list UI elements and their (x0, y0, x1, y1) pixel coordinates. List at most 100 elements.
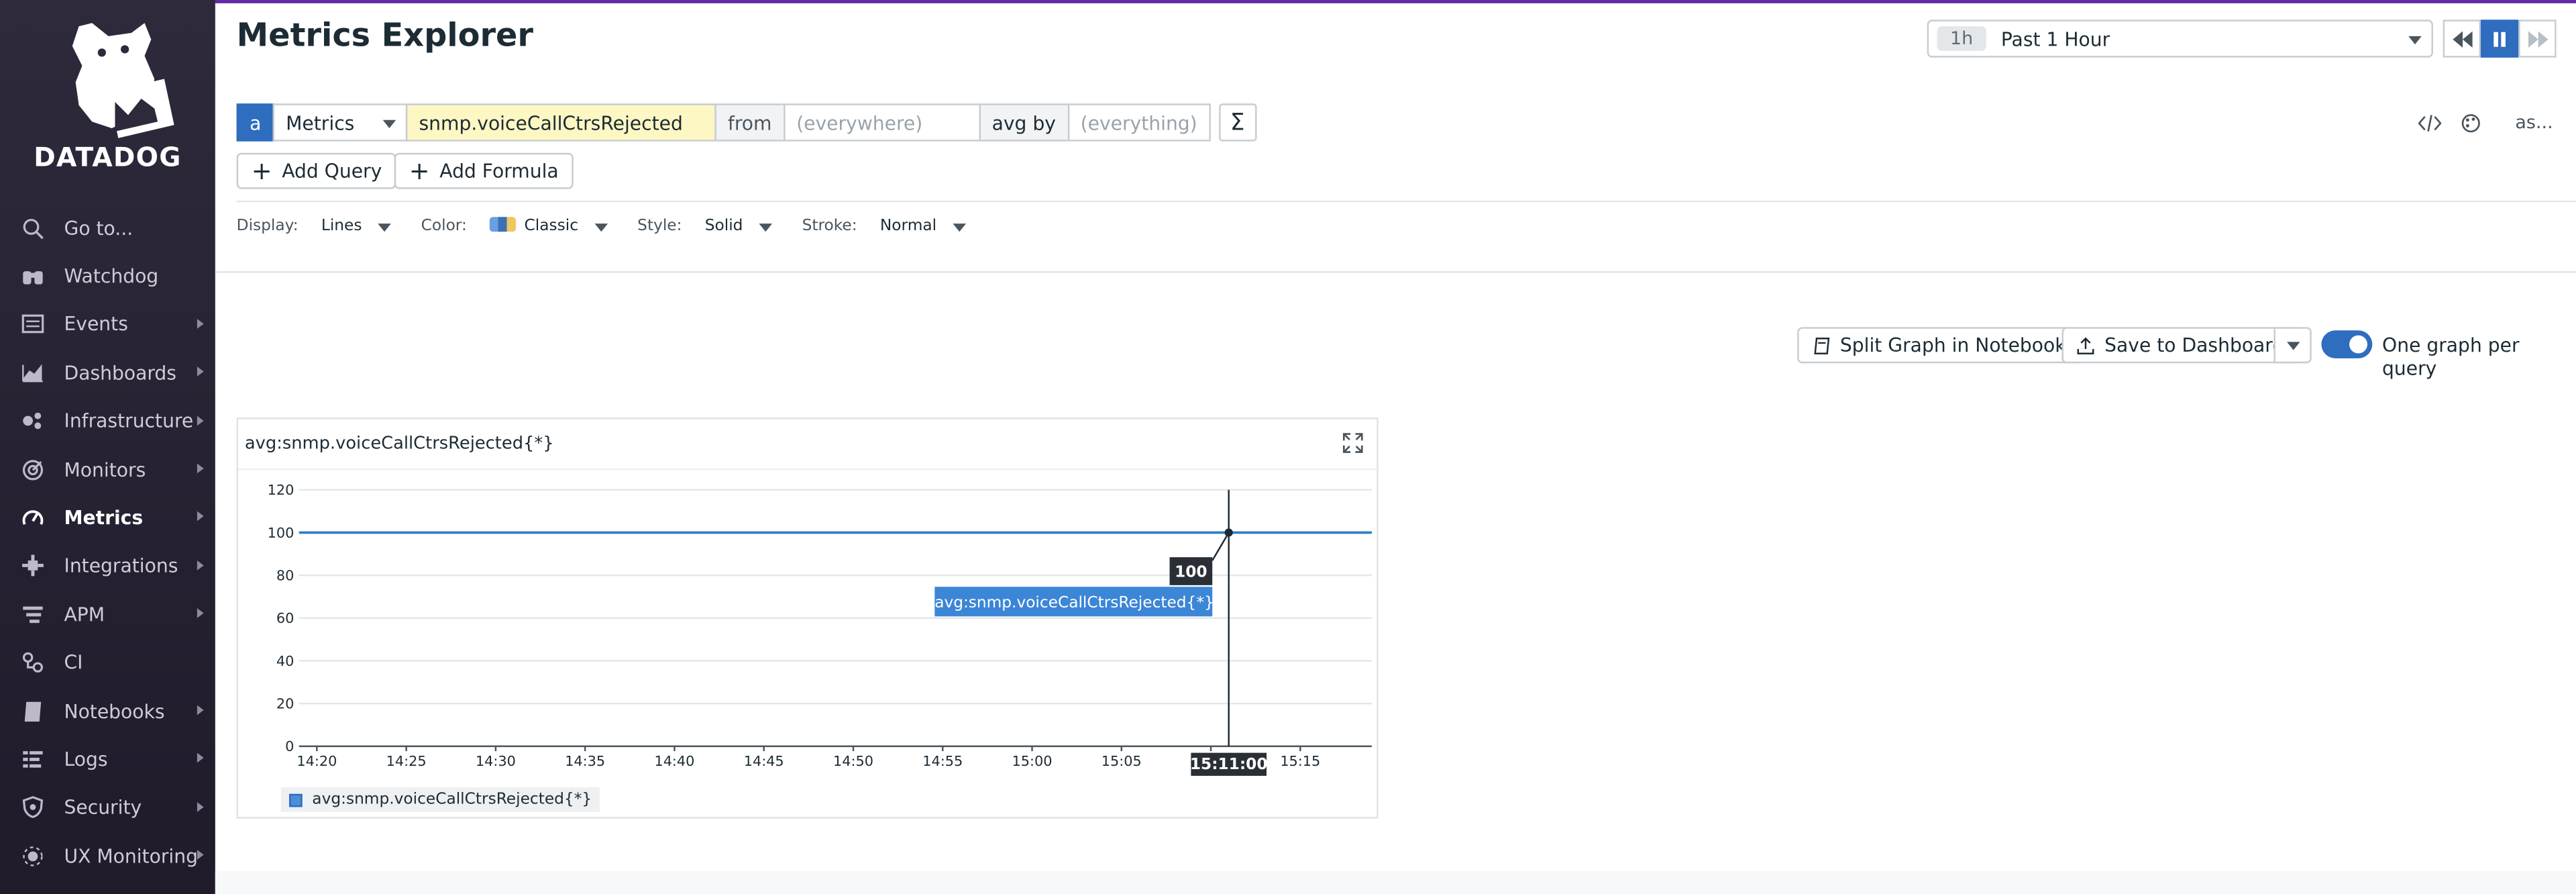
query-letter[interactable]: a (236, 103, 274, 142)
y-tick-label: 100 (268, 525, 294, 541)
legend-item[interactable]: avg:snmp.voiceCallCtrsRejected{*} (280, 787, 600, 812)
pause-button[interactable] (2480, 19, 2519, 58)
chevron-right-icon (197, 753, 204, 764)
color-label: Color: (421, 217, 467, 236)
chevron-down-icon (378, 224, 392, 232)
sidebar-item-security[interactable]: Security (0, 783, 215, 832)
split-graph-button[interactable]: Split Graph in Notebook (1797, 327, 2081, 364)
chevron-right-icon (197, 415, 204, 426)
sidebar: DATADOG Go to... Watchdog Events Dashboa… (0, 0, 215, 894)
sidebar-item-integrations[interactable]: Integrations (0, 542, 215, 591)
time-range-selector[interactable]: 1h Past 1 Hour (1927, 19, 2433, 58)
metrics-icon (19, 505, 44, 530)
fast-forward-button[interactable] (2518, 19, 2557, 58)
chevron-down-icon (382, 119, 396, 129)
code-icon[interactable] (2418, 114, 2442, 131)
sidebar-item-logs[interactable]: Logs (0, 735, 215, 783)
sidebar-item-metrics[interactable]: Metrics (0, 494, 215, 542)
chevron-right-icon (197, 608, 204, 619)
x-tick-label: 15:05 (1102, 753, 1142, 769)
one-graph-label: One graph per query (2382, 334, 2520, 380)
sidebar-item-apm[interactable]: APM (0, 590, 215, 638)
logs-icon (19, 747, 44, 772)
sidebar-item-goto[interactable]: Go to... (0, 204, 215, 252)
y-tick-label: 40 (276, 653, 294, 669)
sidebar-item-ux-monitoring[interactable]: UX Monitoring (0, 832, 215, 880)
palette-icon[interactable] (2461, 113, 2481, 132)
notebook-icon (19, 699, 44, 724)
rewind-button[interactable] (2443, 19, 2481, 58)
search-icon (19, 215, 44, 240)
sidebar-item-label: Security (64, 796, 142, 820)
legend-label: avg:snmp.voiceCallCtrsRejected{*} (312, 790, 592, 809)
add-query-button[interactable]: + Add Query (236, 152, 397, 189)
sidebar-item-monitors[interactable]: Monitors (0, 446, 215, 494)
ci-icon (19, 650, 44, 675)
apm-icon (19, 602, 44, 627)
chevron-right-icon (197, 850, 204, 860)
plus-icon: + (409, 155, 430, 185)
x-tick-label: 14:20 (297, 753, 337, 769)
plus-icon: + (251, 155, 272, 185)
x-tick-label: 14:50 (833, 753, 873, 769)
brand-name: DATADOG (34, 141, 182, 173)
function-button[interactable]: Σ (1218, 103, 1256, 142)
fast-forward-icon (2527, 30, 2548, 47)
upload-icon (2077, 336, 2094, 354)
metric-input[interactable]: snmp.voiceCallCtrsRejected (405, 103, 716, 142)
query-tools: as... (2418, 112, 2553, 134)
y-tick-label: 0 (285, 738, 294, 754)
infrastructure-icon (19, 409, 44, 434)
palette-swatch-icon (490, 217, 517, 232)
save-options-dropdown[interactable] (2273, 327, 2312, 364)
style-select[interactable]: Solid (705, 217, 773, 235)
display-select[interactable]: Lines (321, 217, 392, 235)
chevron-right-icon (197, 318, 204, 329)
aggregation-select[interactable]: avg by (979, 103, 1069, 142)
one-graph-toggle[interactable] (2321, 330, 2373, 358)
sidebar-item-events[interactable]: Events (0, 301, 215, 349)
time-range-label: Past 1 Hour (2000, 27, 2110, 50)
sidebar-item-label: Go to... (64, 216, 133, 240)
as-menu[interactable]: as... (2515, 112, 2553, 134)
sidebar-item-label: Dashboards (64, 361, 176, 385)
binoculars-icon (19, 264, 44, 289)
x-tick-label: 14:35 (565, 753, 605, 769)
sidebar-item-notebooks[interactable]: Notebooks (0, 687, 215, 735)
save-to-dashboard-button[interactable]: Save to Dashboard (2061, 327, 2300, 364)
sidebar-nav: Go to... Watchdog Events Dashboards Infr… (0, 204, 215, 881)
sidebar-item-label: Watchdog (64, 264, 159, 288)
from-scope-input[interactable]: (everywhere) (783, 103, 981, 142)
sidebar-item-label: Monitors (64, 458, 146, 481)
x-tick-label: 15:15 (1280, 753, 1320, 769)
sidebar-item-dashboards[interactable]: Dashboards (0, 349, 215, 397)
sidebar-item-label: Metrics (64, 506, 144, 530)
add-formula-button[interactable]: + Add Formula (394, 152, 574, 189)
sidebar-item-infrastructure[interactable]: Infrastructure (0, 397, 215, 446)
from-scope-placeholder: (everywhere) (796, 111, 923, 134)
x-tick-label: 14:25 (386, 753, 427, 769)
monitors-icon (19, 457, 44, 482)
group-by-input[interactable]: (everything) (1067, 103, 1211, 142)
timeseries-chart[interactable]: 0 20 40 60 80 100 120 14:20 14:25 14:30 14:35 14:40… (238, 419, 1377, 817)
playback-controls (2443, 19, 2557, 58)
stroke-select[interactable]: Normal (880, 217, 967, 235)
tooltip-leader (1212, 532, 1230, 561)
x-tick-label: 14:30 (476, 753, 516, 769)
sidebar-item-ci[interactable]: CI (0, 638, 215, 687)
y-tick-label: 20 (276, 696, 294, 712)
color-select[interactable]: Classic (490, 217, 608, 235)
shield-icon (19, 795, 44, 820)
x-tick-label: 14:40 (654, 753, 694, 769)
tooltip-value: 100 (1175, 563, 1208, 581)
sidebar-item-watchdog[interactable]: Watchdog (0, 252, 215, 301)
chevron-right-icon (197, 463, 204, 474)
pause-icon (2493, 31, 2506, 46)
sidebar-item-label: Events (64, 313, 128, 336)
sidebar-item-label: Notebooks (64, 699, 165, 723)
query-source-select[interactable]: Metrics (272, 103, 408, 142)
metric-name: snmp.voiceCallCtrsRejected (419, 111, 683, 134)
stroke-label: Stroke: (802, 217, 857, 236)
cursor-point (1224, 528, 1233, 537)
x-tick-label: 14:55 (922, 753, 963, 769)
